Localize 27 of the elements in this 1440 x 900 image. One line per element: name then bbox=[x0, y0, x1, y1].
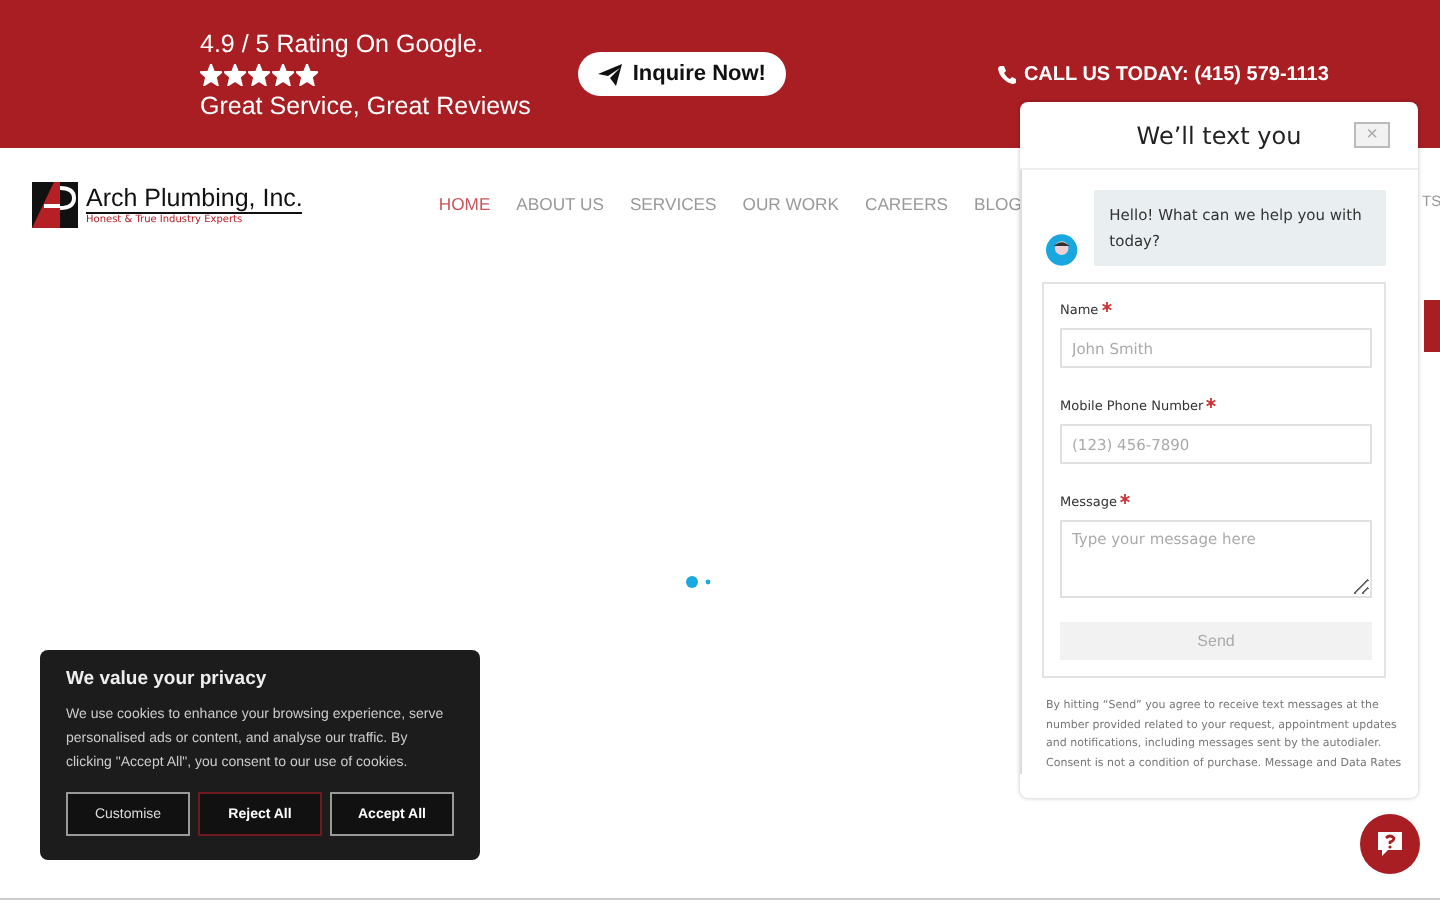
phone-text: CALL US TODAY: (415) 579-1113 bbox=[1023, 63, 1329, 85]
rating-text: 4.9 / 5 Rating On Google. bbox=[200, 29, 486, 57]
phone-icon bbox=[997, 65, 1016, 83]
chat-title: We’ll text you bbox=[1136, 121, 1302, 149]
nav-link[interactable]: SERVICES bbox=[629, 194, 717, 214]
avatar-icon bbox=[1046, 234, 1078, 266]
nav-link[interactable]: BLOG bbox=[974, 194, 1022, 214]
close-button[interactable]: × bbox=[1354, 122, 1390, 148]
paper-plane-icon bbox=[598, 63, 623, 85]
star-icon bbox=[248, 63, 270, 85]
nav-link[interactable]: ABOUT US bbox=[516, 194, 604, 214]
send-button[interactable]: Send bbox=[1060, 622, 1372, 660]
tagline-text: Great Service, Great Reviews bbox=[200, 91, 531, 119]
cookie-title: We value your privacy bbox=[66, 668, 269, 690]
star-icon bbox=[200, 63, 222, 85]
nav-link[interactable]: OUR WORK bbox=[742, 194, 839, 214]
logo-mark-icon bbox=[32, 181, 78, 227]
star-icon bbox=[224, 63, 246, 85]
chat-question-icon bbox=[1376, 830, 1404, 858]
star-icon bbox=[296, 63, 318, 85]
star-icon bbox=[272, 63, 294, 85]
nav-link[interactable]: HOME bbox=[438, 194, 491, 214]
help-button[interactable] bbox=[1360, 814, 1420, 874]
inquire-button[interactable]: Inquire Now! bbox=[578, 52, 786, 96]
loading-icon bbox=[686, 574, 714, 590]
nav-link[interactable]: CAREERS bbox=[864, 194, 949, 214]
company-name: Arch Plumbing, Inc. bbox=[86, 183, 303, 213]
